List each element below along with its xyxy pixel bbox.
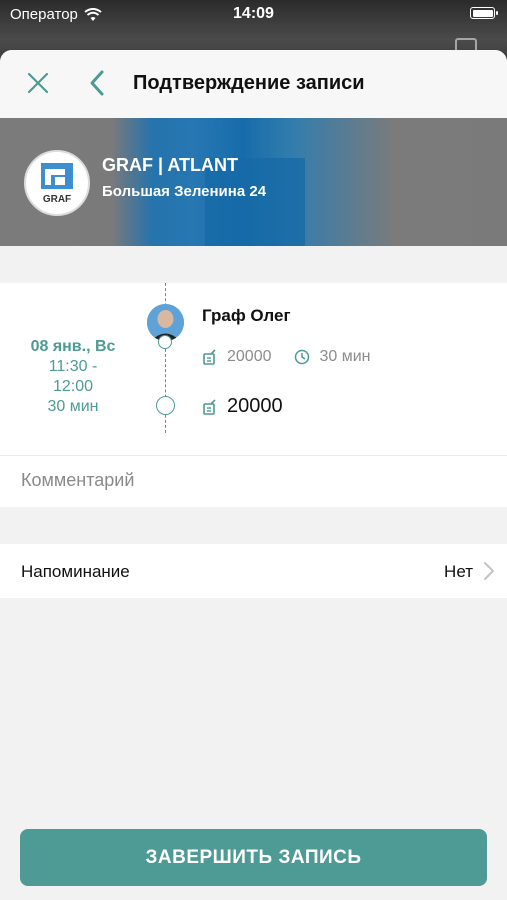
clock-icon	[294, 349, 309, 365]
timeline-dot	[158, 335, 172, 349]
reminder-row[interactable]: Напоминание Нет	[0, 544, 507, 598]
booking-sheet: Подтверждение записи GRAF GRAF | ATLANT …	[0, 50, 507, 900]
total-row: 20000	[203, 395, 283, 418]
status-bar: Оператор 14:09	[0, 0, 507, 30]
salon-address: Большая Зеленина 24	[102, 183, 267, 200]
salon-logo: GRAF	[24, 150, 90, 216]
reminder-label: Напоминание	[21, 562, 130, 581]
time-from: 11:30 -	[48, 358, 98, 375]
time-to: 12:00	[52, 378, 94, 395]
battery-icon	[470, 7, 498, 19]
service-duration: 30 мин	[319, 348, 371, 365]
svg-text:GRAF: GRAF	[43, 194, 71, 205]
timeline-dot-total	[156, 396, 175, 415]
clock: 14:09	[233, 5, 274, 22]
graf-logo-icon: GRAF	[41, 163, 73, 205]
master-name: Граф Олег	[202, 306, 291, 325]
service-row: 20000 30 мин	[203, 348, 371, 366]
reminder-value: Нет	[444, 562, 473, 581]
total-price: 20000	[227, 395, 283, 417]
finish-booking-button[interactable]: ЗАВЕРШИТЬ ЗАПИСЬ	[20, 829, 487, 886]
close-button[interactable]	[17, 64, 59, 104]
date-label: 08 янв., Вс	[30, 338, 116, 355]
comment-field-row	[0, 455, 507, 507]
page-title: Подтверждение записи	[133, 72, 365, 94]
salon-banner: GRAF GRAF | ATLANT Большая Зеленина 24	[0, 118, 507, 246]
close-icon	[27, 72, 49, 94]
chevron-right-icon	[484, 562, 494, 580]
duration-label: 30 мин	[47, 398, 99, 415]
back-button[interactable]	[84, 64, 112, 104]
service-price: 20000	[227, 348, 272, 365]
price-tag-icon	[203, 349, 216, 365]
chevron-left-icon	[90, 70, 104, 96]
comment-input[interactable]	[21, 470, 481, 491]
booking-details: 08 янв., Вс 11:30 - 12:00 30 мин Граф Ол…	[0, 283, 507, 455]
booking-date: 08 янв., Вс 11:30 - 12:00 30 мин	[0, 337, 146, 417]
price-tag-icon	[203, 398, 216, 415]
nav-bar: Подтверждение записи	[0, 50, 507, 118]
salon-name: GRAF | ATLANT	[102, 155, 239, 175]
